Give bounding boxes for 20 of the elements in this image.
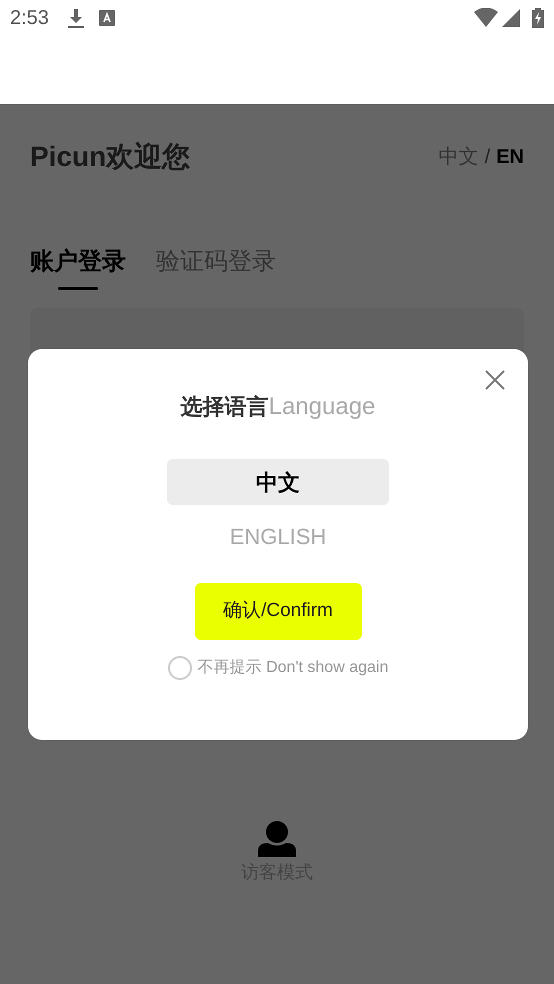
language-option[interactable]: 中文	[167, 459, 389, 505]
status-time: 2:53	[10, 6, 49, 31]
welcome-title: Picun欢迎您	[30, 140, 190, 174]
language-option[interactable]: ENGLISH	[167, 513, 389, 559]
dialog-title: 选择语言	[180, 393, 269, 421]
dont-show-checkbox[interactable]	[168, 656, 192, 680]
download-icon	[66, 8, 85, 28]
close-button[interactable]	[484, 369, 506, 391]
dont-show-label: 不再提示 Don't show again	[198, 658, 388, 678]
separator: /	[484, 145, 490, 170]
close-icon	[485, 370, 505, 390]
battery-icon	[532, 8, 544, 28]
login-tab[interactable]: 账户登录	[30, 246, 126, 290]
person-icon	[258, 821, 296, 857]
confirm-button[interactable]: 确认/Confirm	[194, 583, 362, 640]
wifi-icon	[474, 8, 498, 28]
dialog-title-english: Language	[268, 392, 376, 422]
signal-icon	[502, 9, 520, 27]
font-icon	[98, 10, 115, 26]
language-link[interactable]: EN	[496, 142, 524, 172]
